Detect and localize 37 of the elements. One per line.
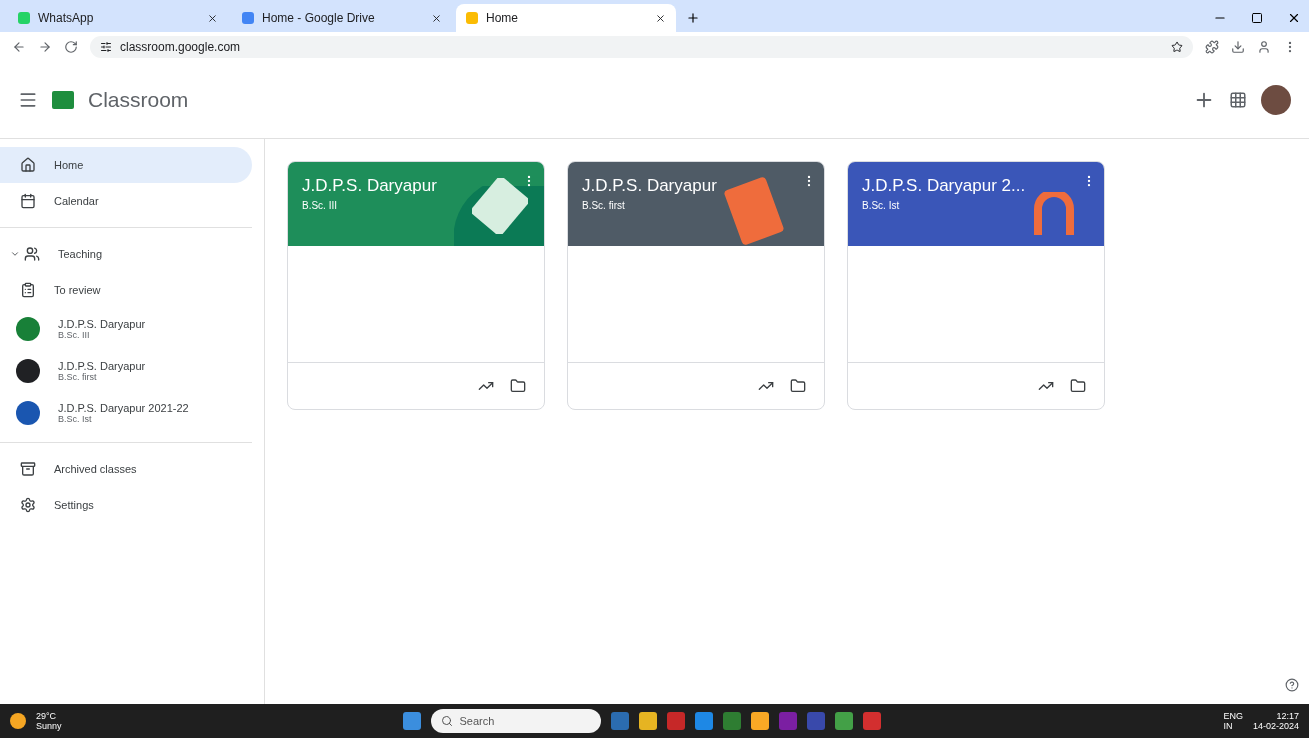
class-name: J.D.P.S. Daryapur xyxy=(58,360,146,372)
class-item[interactable]: J.D.P.S. Daryapur B.Sc. first xyxy=(0,350,252,392)
class-section: B.Sc. first xyxy=(58,372,146,382)
class-section: B.Sc. III xyxy=(58,330,146,340)
clock-time[interactable]: 12:17 xyxy=(1276,711,1299,721)
clock-date[interactable]: 14-02-2024 xyxy=(1252,721,1299,731)
region[interactable]: IN xyxy=(1223,721,1243,731)
sidebar-item[interactable]: Calendar xyxy=(0,183,252,219)
sidebar-item[interactable]: Home xyxy=(0,147,252,183)
app-title: Classroom xyxy=(88,88,190,112)
browser-tab[interactable]: WhatsApp xyxy=(8,4,228,32)
address-bar[interactable]: classroom.google.com xyxy=(90,36,1193,58)
class-card[interactable]: J.D.P.S. Daryapur B.Sc. first xyxy=(567,161,825,410)
browser-tab[interactable]: Home - Google Drive xyxy=(232,4,452,32)
language[interactable]: ENG xyxy=(1223,711,1243,721)
class-name: J.D.P.S. Daryapur xyxy=(58,318,146,330)
class-name: J.D.P.S. Daryapur 2021-22 xyxy=(58,402,189,414)
class-section: B.Sc. Ist xyxy=(58,414,189,424)
sidebar-item[interactable]: Settings xyxy=(0,487,252,523)
sidebar-item[interactable]: Teaching xyxy=(0,236,252,272)
weather-text: Sunny xyxy=(36,721,62,731)
class-section: B.Sc. Ist xyxy=(862,200,1090,211)
class-title[interactable]: J.D.P.S. Daryapur xyxy=(302,176,530,196)
taskbar-search[interactable]: Search xyxy=(431,709,602,733)
class-card[interactable]: J.D.P.S. Daryapur B.Sc. III xyxy=(287,161,545,410)
class-item[interactable]: J.D.P.S. Daryapur 2021-22 B.Sc. Ist xyxy=(0,392,252,434)
class-title[interactable]: J.D.P.S. Daryapur 2... xyxy=(862,176,1090,196)
sidebar-item[interactable]: To review xyxy=(0,272,252,308)
url-text: classroom.google.com xyxy=(120,40,241,54)
browser-tab[interactable]: Home xyxy=(456,4,676,32)
class-item[interactable]: J.D.P.S. Daryapur B.Sc. III xyxy=(0,308,252,350)
class-section: B.Sc. III xyxy=(302,200,530,211)
temperature: 29°C xyxy=(36,711,58,721)
class-card[interactable]: J.D.P.S. Daryapur 2... B.Sc. Ist xyxy=(847,161,1105,410)
class-title[interactable]: J.D.P.S. Daryapur xyxy=(582,176,810,196)
sidebar-item[interactable]: Archived classes xyxy=(0,451,252,487)
class-section: B.Sc. first xyxy=(582,200,810,211)
